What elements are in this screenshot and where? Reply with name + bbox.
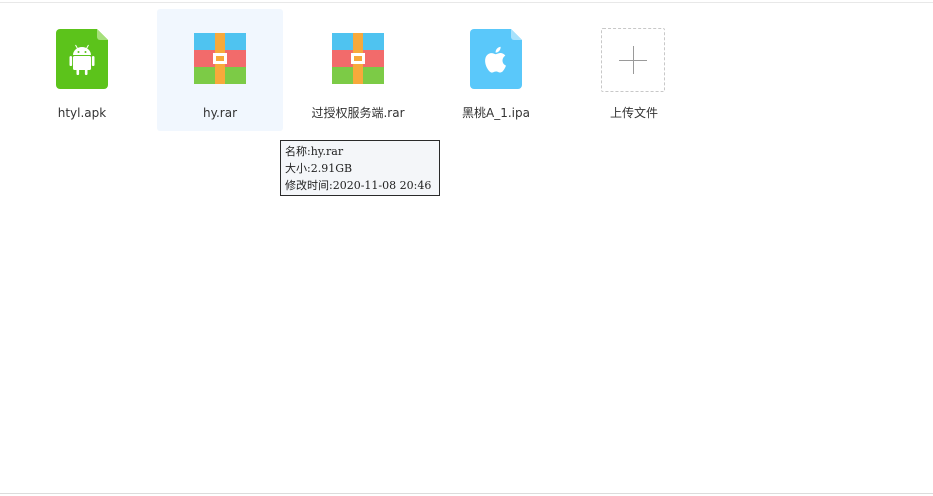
file-grid: htyl.apk hy.rar 过授权服务端.rar 黑桃A_1.ipa 上传文…	[0, 0, 933, 140]
file-item-ipa[interactable]: 黑桃A_1.ipa	[433, 9, 559, 131]
upload-label: 上传文件	[609, 106, 658, 120]
file-item-hy-rar[interactable]: hy.rar	[157, 9, 283, 131]
tooltip-file-size: 大小:2.91GB	[285, 162, 353, 175]
file-name: 黑桃A_1.ipa	[462, 106, 530, 120]
upload-dropzone[interactable]	[601, 28, 665, 92]
bottom-divider	[0, 493, 933, 494]
apple-ipa-icon	[470, 29, 522, 89]
tooltip-modified-time: 修改时间:2020-11-08 20:46	[285, 179, 432, 192]
file-name: 过授权服务端.rar	[311, 106, 405, 120]
tooltip-file-name: 名称:hy.rar	[285, 145, 344, 158]
plus-icon-stroke	[633, 46, 634, 74]
android-apk-icon	[56, 29, 108, 89]
rar-archive-icon	[332, 29, 384, 89]
rar-archive-icon	[194, 29, 246, 89]
file-browser: htyl.apk hy.rar 过授权服务端.rar 黑桃A_1.ipa 上传文…	[0, 0, 933, 496]
file-name: hy.rar	[202, 106, 238, 120]
file-item-htyl-apk[interactable]: htyl.apk	[19, 9, 145, 131]
upload-file-button[interactable]: 上传文件	[571, 9, 697, 131]
file-name: htyl.apk	[57, 106, 107, 120]
file-item-auth-server-rar[interactable]: 过授权服务端.rar	[295, 9, 421, 131]
file-info-tooltip: 名称:hy.rar 大小:2.91GB 修改时间:2020-11-08 20:4…	[280, 140, 440, 196]
